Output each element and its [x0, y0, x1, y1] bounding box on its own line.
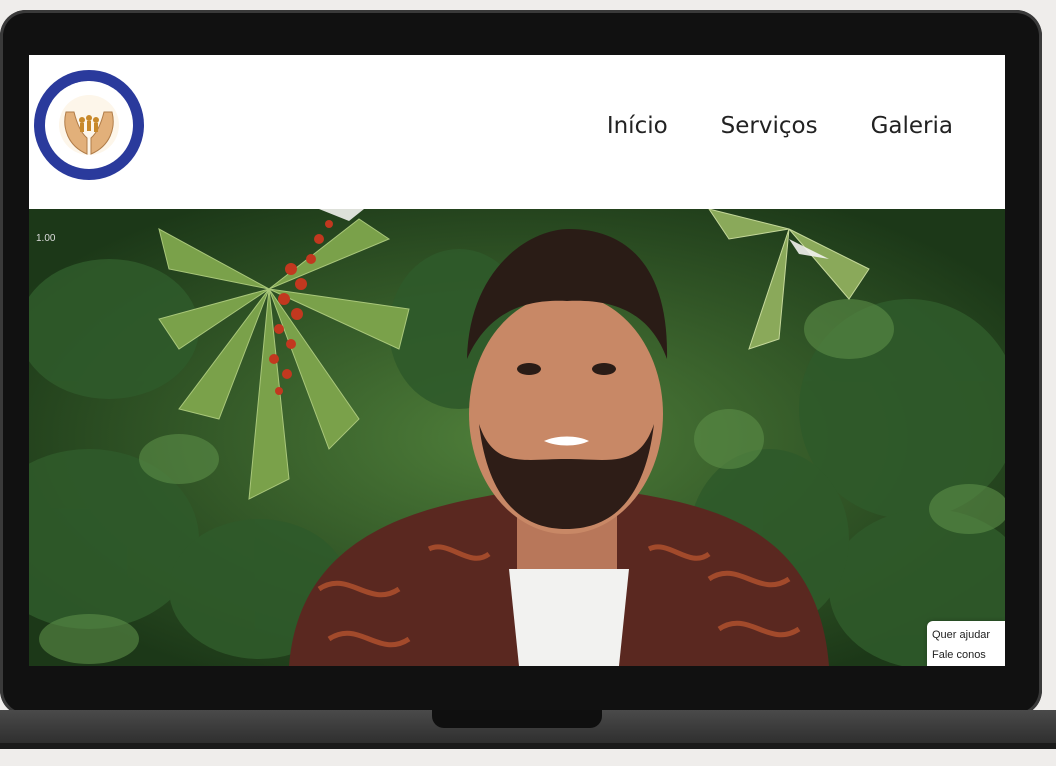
hero-video[interactable]: 1.00 — [29, 209, 1005, 666]
nav-link-galeria[interactable]: Galeria — [871, 113, 953, 139]
site-logo[interactable]: PROJETO SOCIAL MÃOS QUE TRABALHAM — [32, 68, 146, 182]
chat-widget-line2: Fale conos — [932, 649, 986, 661]
chat-widget-line1: Quer ajudar — [932, 629, 991, 641]
main-nav: Início Serviços Galeria — [607, 113, 953, 139]
nav-link-inicio[interactable]: Início — [607, 113, 668, 139]
laptop-base-edge — [0, 743, 1056, 749]
nav-link-servicos[interactable]: Serviços — [721, 113, 818, 139]
browser-screen: PROJETO SOCIAL MÃOS QUE TRABALHAM Início… — [29, 55, 1005, 666]
video-frame — [29, 209, 1005, 666]
laptop-notch — [432, 710, 602, 728]
chat-widget[interactable]: Quer ajudar Fale conos — [927, 621, 1005, 666]
site-header: PROJETO SOCIAL MÃOS QUE TRABALHAM Início… — [29, 55, 1005, 209]
video-timestamp: 1.00 — [36, 233, 56, 244]
